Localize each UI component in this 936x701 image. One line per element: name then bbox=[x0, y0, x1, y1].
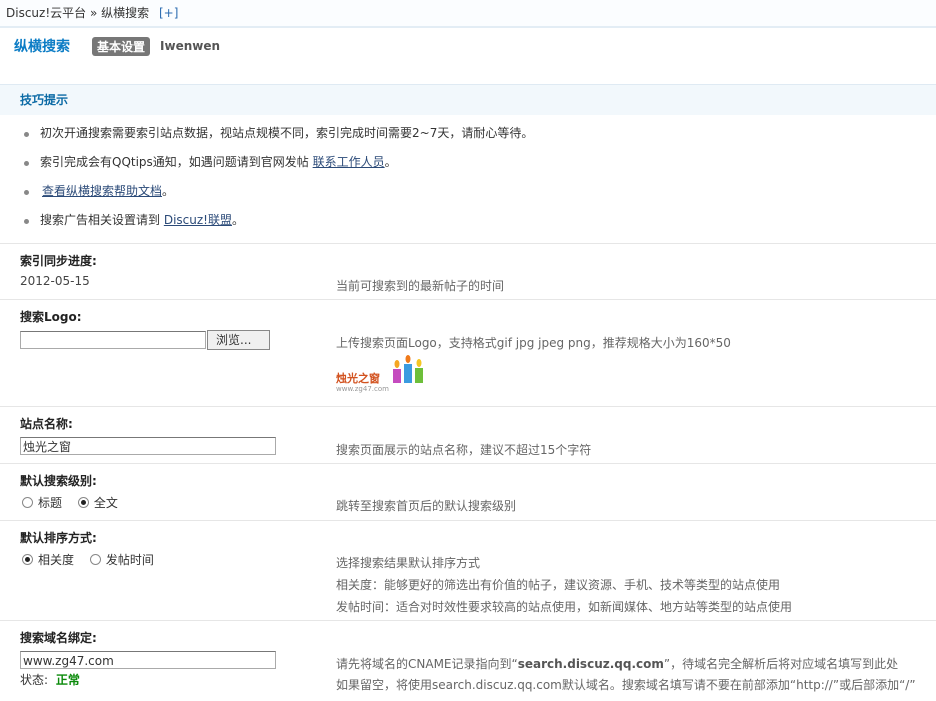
logo-desc: 上传搜索页面Logo，支持格式gif jpg jpeg png，推荐规格大小为1… bbox=[336, 336, 731, 350]
domain-input[interactable]: www.zg47.com bbox=[20, 651, 276, 669]
domain-section: 搜索域名绑定: www.zg47.com 状态: 正常 请先将域名的CNAME记… bbox=[0, 621, 936, 701]
logo-preview-sub: www.zg47.com bbox=[336, 385, 389, 393]
search-level-desc: 跳转至搜索首页后的默认搜索级别 bbox=[336, 499, 517, 513]
domain-desc-host: search.discuz.qq.com bbox=[517, 657, 664, 671]
logo-label: 搜索Logo: bbox=[20, 310, 82, 324]
sort-section: 默认排序方式: 相关度 发帖时间 选择搜索结果默认排序方式 相关度：能够更好的筛… bbox=[0, 521, 936, 621]
tip-item: 索引完成会有QQtips通知，如遇问题请到官网发帖 联系工作人员。 bbox=[0, 148, 936, 177]
sort-desc-relevance: 相关度：能够更好的筛选出有价值的帖子，建议资源、手机、技术等类型的站点使用 bbox=[336, 578, 781, 592]
page-title: 纵横搜索 bbox=[14, 39, 70, 55]
domain-status-label: 状态: bbox=[20, 673, 49, 687]
sort-label: 默认排序方式: bbox=[20, 531, 97, 545]
sync-label: 索引同步进度: bbox=[20, 254, 97, 268]
site-name-input[interactable]: 烛光之窗 bbox=[20, 437, 276, 455]
breadcrumb: Discuz!云平台 » 纵横搜索 [+] bbox=[0, 0, 936, 28]
bullet-icon bbox=[24, 161, 29, 166]
domain-desc-line2: 如果留空，将使用search.discuz.qq.com默认域名。搜索域名填写请… bbox=[336, 678, 916, 692]
domain-status-value: 正常 bbox=[55, 673, 80, 687]
sort-desc: 选择搜索结果默认排序方式 bbox=[336, 556, 481, 570]
site-name-section: 站点名称: 烛光之窗 搜索页面展示的站点名称，建议不超过15个字符 bbox=[0, 407, 936, 464]
browse-button[interactable]: 浏览... bbox=[207, 330, 270, 350]
sync-value: 2012-05-15 bbox=[20, 274, 90, 288]
help-doc-link[interactable]: 查看纵横搜索帮助文档 bbox=[42, 184, 162, 198]
tip-text-end: 。 bbox=[162, 184, 175, 198]
tip-text: 索引完成会有QQtips通知，如遇问题请到官网发帖 bbox=[40, 155, 313, 169]
domain-label: 搜索域名绑定: bbox=[20, 631, 97, 645]
tip-text: 搜索广告相关设置请到 bbox=[40, 213, 164, 227]
tip-item: 搜索广告相关设置请到 Discuz!联盟。 bbox=[0, 206, 936, 235]
tip-text-end: 。 bbox=[384, 155, 397, 169]
radio-fulltext[interactable]: 全文 bbox=[77, 494, 118, 511]
breadcrumb-separator: » bbox=[89, 6, 98, 20]
sort-desc-post-time: 发帖时间：适合对时效性要求较高的站点使用，如新闻媒体、地方站等类型的站点使用 bbox=[336, 600, 793, 614]
bullet-icon bbox=[24, 132, 29, 137]
radio-circle-icon bbox=[22, 497, 33, 508]
radio-title-label: 标题 bbox=[38, 496, 63, 510]
domain-desc-line1: 请先将域名的CNAME记录指向到“search.discuz.qq.com”，待… bbox=[336, 655, 898, 672]
candles-icon bbox=[393, 355, 423, 383]
tab-iwenwen[interactable]: Iwenwen bbox=[160, 39, 220, 53]
tip-text-end: 。 bbox=[231, 213, 244, 227]
radio-relevance-label: 相关度 bbox=[38, 553, 75, 567]
search-level-section: 默认搜索级别: 标题 全文 跳转至搜索首页后的默认搜索级别 bbox=[0, 464, 936, 521]
contact-staff-link[interactable]: 联系工作人员 bbox=[313, 155, 385, 169]
sync-desc: 当前可搜索到的最新帖子的时间 bbox=[336, 279, 505, 293]
logo-preview-text: 烛光之窗 bbox=[336, 372, 380, 385]
domain-desc-pre: 请先将域名的CNAME记录指向到“ bbox=[336, 657, 518, 671]
radio-circle-checked-icon bbox=[77, 497, 89, 508]
radio-circle-icon bbox=[89, 554, 101, 565]
discuz-union-link[interactable]: Discuz!联盟 bbox=[164, 213, 232, 227]
logo-section: 搜索Logo: 浏览... 上传搜索页面Logo，支持格式gif jpg jpe… bbox=[0, 300, 936, 407]
radio-circle-checked-icon bbox=[22, 554, 33, 565]
radio-fulltext-label: 全文 bbox=[93, 496, 118, 510]
add-shortcut-link[interactable]: [+] bbox=[159, 6, 178, 20]
bullet-icon bbox=[24, 219, 29, 224]
page-header: 纵横搜索 基本设置 Iwenwen bbox=[0, 28, 936, 64]
breadcrumb-current: 纵横搜索 bbox=[101, 6, 150, 20]
tips-heading: 技巧提示 bbox=[0, 84, 936, 115]
tip-text: 初次开通搜索需要索引站点数据，视站点规模不同，索引完成时间需要2~7天，请耐心等… bbox=[40, 126, 534, 140]
radio-post-time-label: 发帖时间 bbox=[105, 553, 154, 567]
sync-section: 索引同步进度: 2012-05-15 当前可搜索到的最新帖子的时间 bbox=[0, 244, 936, 300]
site-name-desc: 搜索页面展示的站点名称，建议不超过15个字符 bbox=[336, 443, 592, 457]
domain-desc-post: ”，待域名完全解析后将对应域名填写到此处 bbox=[663, 657, 899, 671]
sort-options: 相关度 发帖时间 bbox=[22, 551, 166, 568]
bullet-icon bbox=[24, 190, 29, 195]
logo-preview: 烛光之窗 www.zg47.com bbox=[336, 355, 431, 395]
search-level-options: 标题 全文 bbox=[22, 494, 130, 511]
breadcrumb-root[interactable]: Discuz!云平台 bbox=[6, 6, 86, 20]
site-name-label: 站点名称: bbox=[20, 417, 73, 431]
tip-item: 查看纵横搜索帮助文档。 bbox=[0, 177, 936, 206]
domain-status: 状态: 正常 bbox=[20, 671, 80, 688]
radio-post-time[interactable]: 发帖时间 bbox=[89, 551, 154, 568]
radio-title[interactable]: 标题 bbox=[22, 494, 62, 511]
tab-basic-settings[interactable]: 基本设置 bbox=[92, 36, 151, 56]
search-level-label: 默认搜索级别: bbox=[20, 474, 97, 488]
radio-relevance[interactable]: 相关度 bbox=[22, 551, 74, 568]
tip-item: 初次开通搜索需要索引站点数据，视站点规模不同，索引完成时间需要2~7天，请耐心等… bbox=[0, 119, 936, 148]
logo-file-input[interactable] bbox=[20, 331, 206, 349]
tips-list: 初次开通搜索需要索引站点数据，视站点规模不同，索引完成时间需要2~7天，请耐心等… bbox=[0, 115, 936, 244]
